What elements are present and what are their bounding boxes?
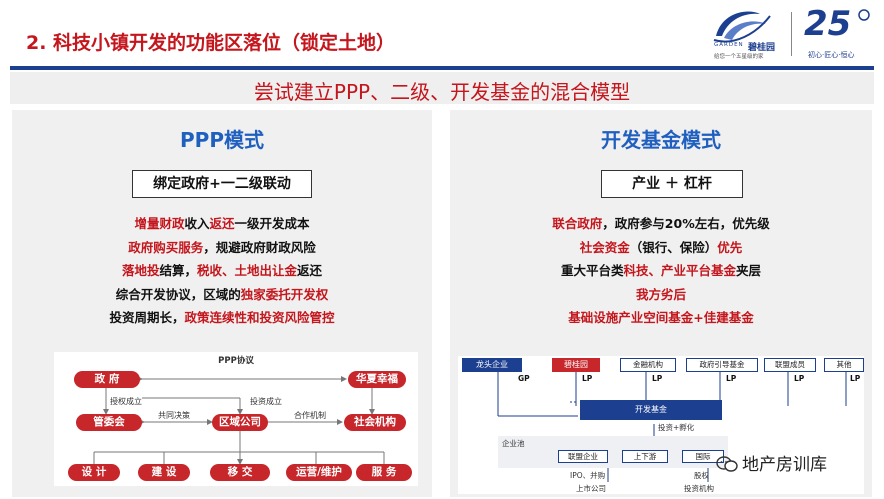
fund-bullet-segment: 联合政府 [552,216,603,231]
fund-gp-label: GP [518,374,530,383]
ppp-bullet-segment: 综合开发协议，区域的 [115,286,241,302]
fund-top-alliance: 联盟成员 [764,358,816,372]
fund-enterprise-pool: 企业池 联盟企业 上下游 国际 [498,436,728,468]
edge-invest: 投资成立 [250,397,282,406]
ppp-bullet-segment: 落地投 [121,263,160,278]
fund-bullet-segment: 科技、产业平台基金 [623,263,736,278]
ppp-bullet-segment: 税收、土地出让金 [197,263,298,278]
ppp-bullet-line: 政府购买服务，规避政府财政风险 [12,236,432,260]
fund-panel-label: 产业 ＋ 杠杆 [601,170,743,198]
ppp-bullet-line: 综合开发协议，区域的独家委托开发权 [12,283,432,307]
anniversary-logo: 25 初心·匠心·恒心 [798,4,876,64]
edge-authorize: 授权成立 [110,397,142,406]
fund-bullet-line: 我方劣后 [450,283,872,307]
fund-bottom-listed: 上市公司 [576,484,606,493]
ppp-stage-2: 移 交 [210,464,270,481]
logo-separator [791,12,792,56]
header-divider [10,66,874,70]
ppp-panel-title: PPP模式 [180,128,264,152]
ppp-bullet-segment: 返还 [209,216,235,231]
fund-bullet-segment: 社会资金 [579,239,630,255]
fund-bullet-list: 联合政府，政府参与20%左右，优先级 社会资金（银行、保险）优先 重大平台类科技、产… [450,212,872,330]
ppp-panel: PPP模式 绑定政府+一二级联动 增量财政收入返还一级开发成本 政府购买服务，规避… [12,110,432,497]
fund-top-gov-fund: 政府引导基金 [686,358,758,372]
fund-lp-5: LP [850,374,861,383]
fund-node-dev-fund: 开发基金 [580,400,722,420]
ppp-bullet-segment: 收入 [184,216,210,231]
ppp-diagram: PPP协议 政 府 华夏幸福 授权成立 投资成立 共同决策 合作机制 管委会 区… [54,352,418,486]
fund-top-garden: 碧桂园 [552,358,600,372]
company-logo: GARDEN 碧桂园 给您一个五星级的家 [704,6,786,62]
anniversary-mark-icon [858,9,870,21]
fund-exit-ipo: IPO、并购 [570,471,606,480]
ppp-bullet-segment: 一级开发成本 [234,216,310,231]
fund-bullet-segment: （银行、保险） [629,239,718,255]
anniversary-tagline: 初心·匠心·恒心 [808,51,855,59]
ppp-stage-4: 服 务 [356,464,412,481]
fund-top-leader: 龙头企业 [462,358,522,372]
fund-bullet-line: 联合政府，政府参与20%左右，优先级 [450,212,872,236]
ppp-bullet-segment: 独家委托开发权 [240,286,329,302]
fund-exit-equity: 股权 [694,471,709,480]
ppp-bullet-line: 落地投结算，税收、土地出让金返还 [12,259,432,283]
fund-lp-1: LP [582,374,593,383]
fund-bullet-line: 社会资金（银行、保险）优先 [450,236,872,260]
fund-panel: 开发基金模式 产业 ＋ 杠杆 联合政府，政府参与20%左右，优先级 社会资金（银行… [450,110,872,497]
node-committee: 管委会 [76,414,142,431]
subtitle: 尝试建立PPP、二级、开发基金的混合模型 [253,80,631,104]
fund-top-finance: 金融机构 [620,358,676,372]
node-social-institution: 社会机构 [344,414,406,431]
fund-bottom-investors: 投资机构 [684,484,714,493]
fund-bullet-segment: 重大平台类 [560,263,624,278]
ppp-bullet-segment: ，规避政府财政风险 [203,239,316,255]
fund-pool-label: 企业池 [502,439,525,448]
node-government: 政 府 [74,371,140,388]
edge-cooperate: 合作机制 [294,411,326,420]
ppp-stage-row: 设 计 建 设 移 交运营/维护服 务 [54,464,418,484]
node-partner: 华夏幸福 [348,371,406,388]
fund-bullet-line: 基础设施产业空间基金+佳建基金 [450,306,872,330]
ppp-bullet-segment: 政府购买服务 [128,239,204,255]
fund-bullet-segment: ，政府参与20%左右，优先级 [602,216,770,231]
fund-lp-4: LP [794,374,805,383]
ppp-bullet-segment: 结算， [159,263,197,278]
ppp-bullet-line: 增量财政收入返还一级开发成本 [12,212,432,236]
ppp-bullet-list: 增量财政收入返还一级开发成本 政府购买服务，规避政府财政风险 落地投结算，税收、土地… [12,212,432,330]
fund-top-other: 其他 [824,358,864,372]
fund-bullet-segment: 基础设施产业空间基金+佳建基金 [568,310,754,325]
logo-latin: GARDEN [714,42,744,48]
ppp-bullet-line: 投资周期长，政策连续性和投资风险管控 [12,306,432,330]
fund-bullet-segment: 优先 [717,239,743,255]
ppp-stage-0: 设 计 [68,464,120,481]
ppp-bullet-segment: 返还 [297,263,323,278]
wechat-icon [716,456,738,472]
watermark-text: 地产房训库 [742,455,827,475]
fund-pool-alliance: 联盟企业 [558,450,608,463]
ppp-panel-label: 绑定政府+一二级联动 [132,170,312,198]
fund-panel-title: 开发基金模式 [601,128,721,152]
fund-bullet-segment: 夹层 [736,263,762,278]
fund-bullet-line: 重大平台类科技、产业平台基金夹层 [450,259,872,283]
page-title: 2. 科技小镇开发的功能区落位（锁定土地） [26,32,396,54]
node-regional-company: 区域公司 [212,414,268,431]
logo-tagline: 给您一个五星级的家 [714,54,764,60]
ppp-bullet-segment: 投资周期长， [109,310,185,325]
fund-lp-2: LP [652,374,663,383]
watermark: 地产房训库 [716,450,827,475]
fund-bullet-segment: 我方劣后 [635,286,686,302]
anniversary-number: 25 [804,4,852,44]
ppp-stage-1: 建 设 [138,464,190,481]
ppp-bullet-segment: 增量财政 [134,216,185,231]
ppp-bullet-segment: 政策连续性和投资风险管控 [184,310,335,325]
fund-invest-label: 投资+孵化 [658,423,695,432]
ppp-stage-3: 运营/维护 [286,464,352,481]
fund-lp-3: LP [726,374,737,383]
fund-pool-chain: 上下游 [622,450,668,463]
edge-co-decide: 共同决策 [158,411,190,420]
